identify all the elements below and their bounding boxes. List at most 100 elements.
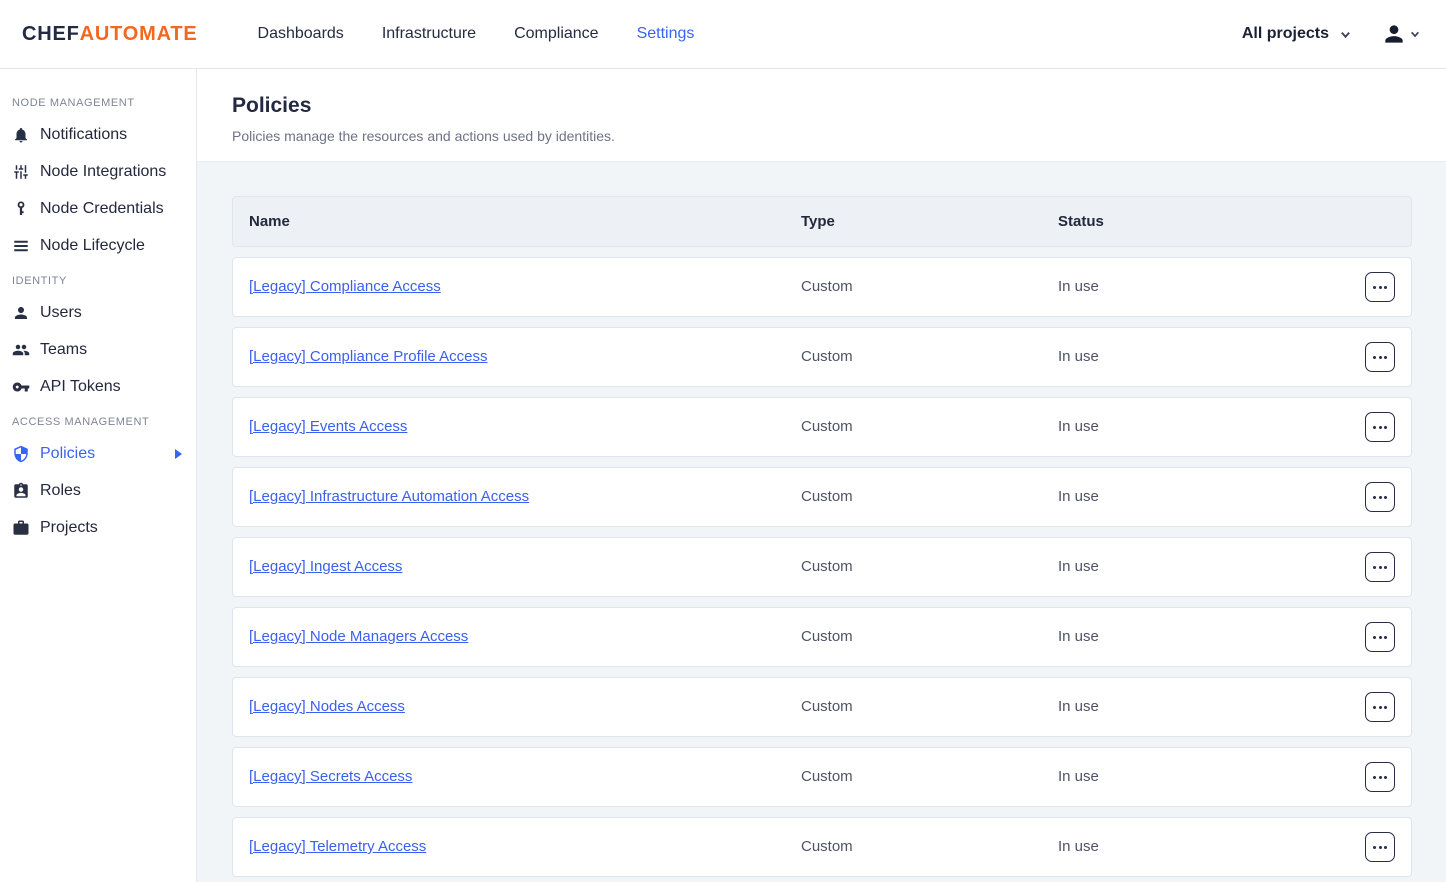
table-row: [Legacy] Nodes Access Custom In use [232, 677, 1412, 737]
table-row: [Legacy] Compliance Access Custom In use [232, 257, 1412, 317]
sidebar-item-node-lifecycle[interactable]: Node Lifecycle [0, 227, 196, 264]
policy-status: In use [1058, 278, 1099, 295]
policy-status: In use [1058, 768, 1099, 785]
sidebar-section-access-management: ACCESS MANAGEMENT Policies Roles Project… [0, 416, 196, 546]
sidebar-item-node-credentials[interactable]: Node Credentials [0, 190, 196, 227]
ellipsis-icon [1373, 286, 1387, 289]
ellipsis-icon [1373, 356, 1387, 359]
policy-name-link[interactable]: [Legacy] Nodes Access [249, 698, 405, 715]
sidebar-item-label: Teams [40, 341, 87, 359]
table-row: [Legacy] Events Access Custom In use [232, 397, 1412, 457]
policy-type: Custom [801, 628, 853, 645]
policy-type: Custom [801, 488, 853, 505]
policy-type: Custom [801, 418, 853, 435]
row-actions-button[interactable] [1365, 832, 1395, 862]
policy-status: In use [1058, 628, 1099, 645]
sidebar-section-identity: IDENTITY Users Teams API Tokens [0, 275, 196, 405]
policy-status: In use [1058, 348, 1099, 365]
user-menu-dropdown[interactable] [1381, 21, 1420, 47]
row-actions-button[interactable] [1365, 412, 1395, 442]
ellipsis-icon [1373, 496, 1387, 499]
sidebar-item-label: Projects [40, 519, 98, 537]
sidebar-item-label: Roles [40, 482, 81, 500]
sidebar-item-projects[interactable]: Projects [0, 509, 196, 546]
policy-name-link[interactable]: [Legacy] Ingest Access [249, 558, 402, 575]
row-actions-button[interactable] [1365, 692, 1395, 722]
table-row: [Legacy] Compliance Profile Access Custo… [232, 327, 1412, 387]
sidebar-item-api-tokens[interactable]: API Tokens [0, 368, 196, 405]
policy-name-link[interactable]: [Legacy] Telemetry Access [249, 838, 426, 855]
settings-sidebar: NODE MANAGEMENT Notifications Node Integ… [0, 69, 197, 882]
sidebar-item-users[interactable]: Users [0, 294, 196, 331]
logo-automate-text: AUTOMATE [80, 23, 198, 46]
bell-icon [12, 126, 30, 144]
sidebar-item-label: Users [40, 304, 82, 322]
column-header-name: Name [233, 213, 801, 230]
policy-status: In use [1058, 558, 1099, 575]
main-nav: Dashboards Infrastructure Compliance Set… [258, 25, 695, 43]
sidebar-section-node-management: NODE MANAGEMENT Notifications Node Integ… [0, 97, 196, 264]
chevron-down-icon [1410, 29, 1420, 39]
main-content: Policies Policies manage the resources a… [197, 69, 1446, 882]
nav-item-settings[interactable]: Settings [637, 25, 695, 43]
triangle-right-icon[interactable] [175, 449, 182, 459]
sidebar-item-label: Node Credentials [40, 200, 164, 218]
sidebar-item-teams[interactable]: Teams [0, 331, 196, 368]
policy-type: Custom [801, 768, 853, 785]
policy-type: Custom [801, 698, 853, 715]
policy-type: Custom [801, 278, 853, 295]
sidebar-section-title: IDENTITY [0, 275, 196, 287]
projects-filter-label: All projects [1242, 25, 1329, 43]
badge-icon [12, 482, 30, 500]
nav-item-dashboards[interactable]: Dashboards [258, 25, 344, 43]
row-actions-button[interactable] [1365, 552, 1395, 582]
list-icon [12, 237, 30, 255]
policy-status: In use [1058, 488, 1099, 505]
page-header: Policies Policies manage the resources a… [197, 69, 1446, 162]
policy-name-link[interactable]: [Legacy] Node Managers Access [249, 628, 468, 645]
table-row: [Legacy] Ingest Access Custom In use [232, 537, 1412, 597]
row-actions-button[interactable] [1365, 342, 1395, 372]
ellipsis-icon [1373, 776, 1387, 779]
ellipsis-icon [1373, 566, 1387, 569]
policy-type: Custom [801, 348, 853, 365]
sidebar-item-node-integrations[interactable]: Node Integrations [0, 153, 196, 190]
policies-table-body: [Legacy] Compliance Access Custom In use… [232, 257, 1412, 877]
nav-item-compliance[interactable]: Compliance [514, 25, 598, 43]
sliders-icon [12, 163, 30, 181]
row-actions-button[interactable] [1365, 762, 1395, 792]
row-actions-button[interactable] [1365, 482, 1395, 512]
ellipsis-icon [1373, 846, 1387, 849]
user-avatar-icon [1381, 21, 1407, 47]
policy-name-link[interactable]: [Legacy] Infrastructure Automation Acces… [249, 488, 529, 505]
column-header-status: Status [1058, 213, 1365, 230]
policy-name-link[interactable]: [Legacy] Events Access [249, 418, 407, 435]
projects-filter-dropdown[interactable]: All projects [1242, 25, 1351, 43]
table-row: [Legacy] Infrastructure Automation Acces… [232, 467, 1412, 527]
table-row: [Legacy] Telemetry Access Custom In use [232, 817, 1412, 877]
sidebar-item-policies[interactable]: Policies [0, 435, 196, 472]
person-icon [12, 304, 30, 322]
policy-status: In use [1058, 418, 1099, 435]
nav-item-infrastructure[interactable]: Infrastructure [382, 25, 476, 43]
policies-content: Name Type Status [Legacy] Compliance Acc… [197, 162, 1446, 877]
sidebar-section-title: NODE MANAGEMENT [0, 97, 196, 109]
policy-type: Custom [801, 558, 853, 575]
policy-name-link[interactable]: [Legacy] Compliance Profile Access [249, 348, 487, 365]
policy-name-link[interactable]: [Legacy] Secrets Access [249, 768, 412, 785]
sidebar-item-label: Node Lifecycle [40, 237, 145, 255]
row-actions-button[interactable] [1365, 272, 1395, 302]
sidebar-item-notifications[interactable]: Notifications [0, 116, 196, 153]
policy-name-link[interactable]: [Legacy] Compliance Access [249, 278, 441, 295]
sidebar-item-label: Policies [40, 445, 95, 463]
chef-automate-logo[interactable]: CHEFAUTOMATE [22, 23, 198, 46]
table-row: [Legacy] Secrets Access Custom In use [232, 747, 1412, 807]
ellipsis-icon [1373, 706, 1387, 709]
row-actions-button[interactable] [1365, 622, 1395, 652]
ellipsis-icon [1373, 426, 1387, 429]
table-row: [Legacy] Node Managers Access Custom In … [232, 607, 1412, 667]
column-header-type: Type [801, 213, 1058, 230]
key-icon [12, 200, 30, 218]
vpn-key-icon [12, 378, 30, 396]
sidebar-item-roles[interactable]: Roles [0, 472, 196, 509]
